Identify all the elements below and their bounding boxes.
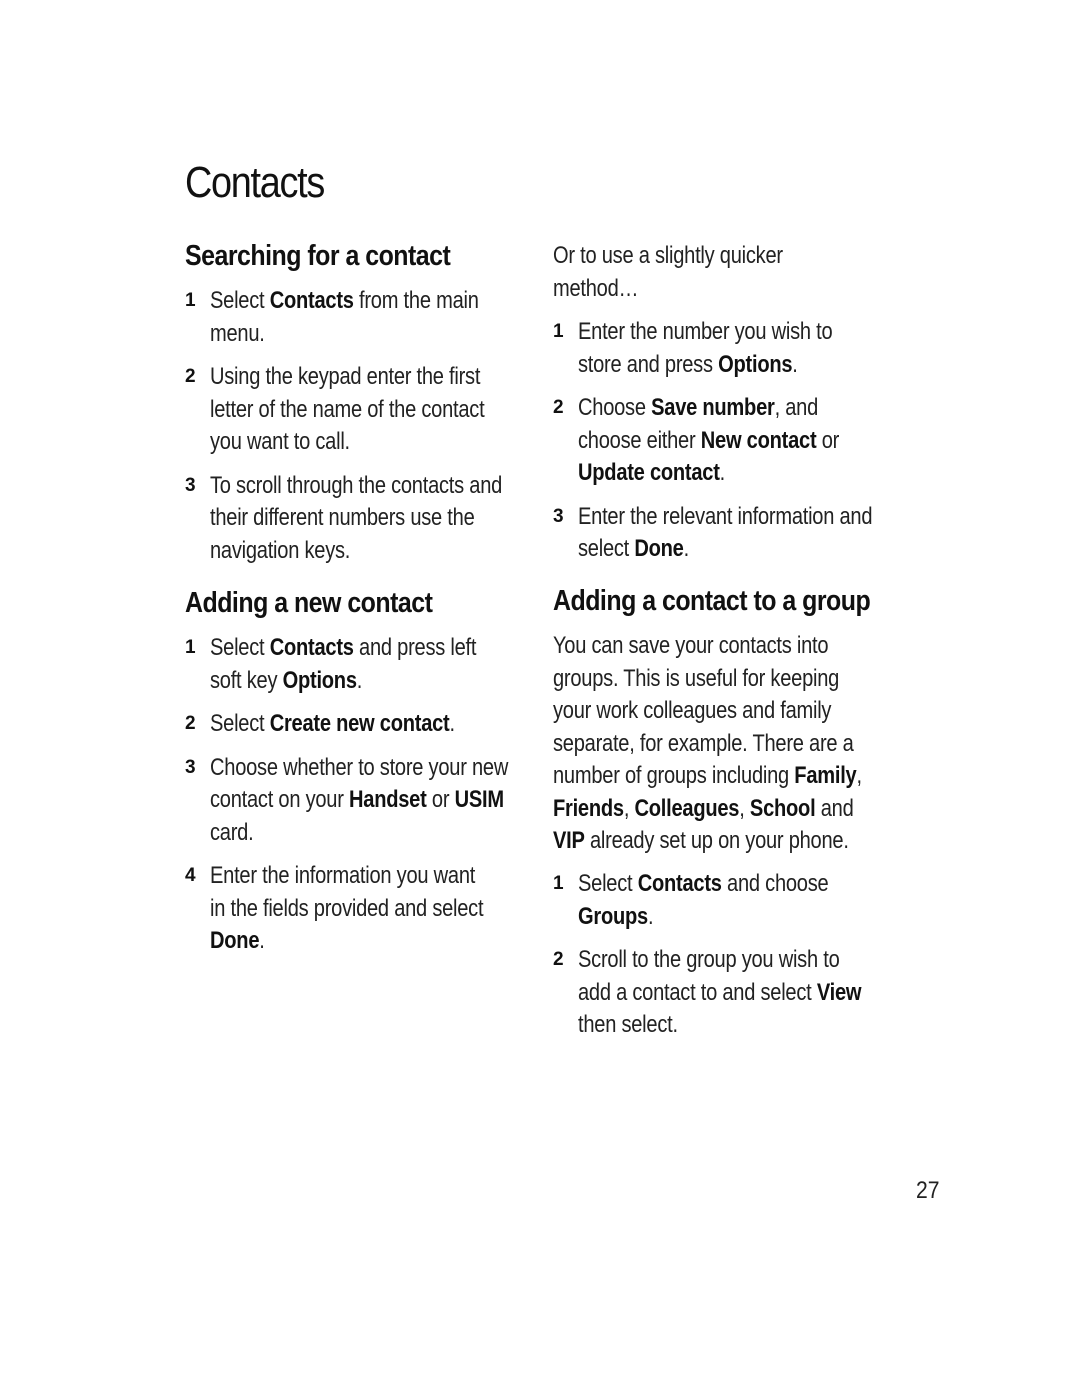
menu-term: Handset bbox=[349, 786, 427, 813]
step-text-line: Select Contacts and choose bbox=[578, 870, 829, 897]
step-number: 1 bbox=[185, 637, 196, 658]
step-text-line: soft key Options. bbox=[210, 666, 363, 694]
paragraph-text-line: separate, for example. There are a bbox=[553, 729, 854, 757]
step-item: 1 Select Contacts and choose Groups. bbox=[553, 868, 898, 933]
step-text-line: Enter the information you want bbox=[210, 862, 476, 889]
step-number: 2 bbox=[185, 366, 196, 387]
step-text-line: select Done. bbox=[578, 535, 689, 562]
step-text-line: Choose whether to store your new bbox=[210, 753, 509, 781]
step-number: 1 bbox=[553, 321, 564, 342]
menu-term: Options bbox=[282, 666, 357, 694]
paragraph-text-line: your work colleagues and family bbox=[553, 697, 832, 724]
menu-term: New contact bbox=[700, 426, 817, 454]
step-number: 3 bbox=[185, 474, 196, 496]
intro-text-line: method… bbox=[553, 274, 639, 302]
heading-adding-contact-to-group: Adding a contact to a group bbox=[553, 585, 871, 617]
step-text-line: Select Contacts from the main bbox=[210, 287, 479, 314]
menu-term: Contacts bbox=[637, 870, 722, 897]
step-number: 1 bbox=[185, 290, 196, 311]
step-item: 1 Select Contacts and press left soft key … bbox=[185, 632, 530, 697]
step-text-line: Groups. bbox=[578, 902, 654, 930]
step-number: 1 bbox=[553, 873, 564, 894]
step-number: 3 bbox=[185, 756, 196, 778]
step-item: 3 Enter the relevant information and selec… bbox=[553, 501, 898, 566]
step-number: 2 bbox=[553, 949, 564, 970]
group-description: You can save your contacts into groups. T… bbox=[553, 630, 898, 858]
step-text-line: Using the keypad enter the first bbox=[210, 363, 481, 390]
step-item: 2 Select Create new contact. bbox=[185, 708, 530, 741]
paragraph-text-line: number of groups including Family, bbox=[553, 762, 862, 789]
adding-new-contact-steps: 1 Select Contacts and press left soft key … bbox=[185, 632, 530, 958]
menu-term: School bbox=[749, 794, 816, 822]
step-item: 2 Scroll to the group you wish to add a co… bbox=[553, 944, 898, 1042]
menu-term: Colleagues bbox=[634, 794, 740, 822]
step-text-line: in the fields provided and select bbox=[210, 894, 484, 922]
step-text-line: card. bbox=[210, 818, 254, 846]
step-text-line: Enter the relevant information and bbox=[578, 502, 873, 530]
step-text-line: you want to call. bbox=[210, 428, 350, 455]
step-text-line: Select Contacts and press left bbox=[210, 634, 477, 661]
heading-adding-new-contact: Adding a new contact bbox=[185, 587, 433, 619]
step-text-line: Choose Save number, and bbox=[578, 394, 819, 421]
step-text-line: their different numbers use the bbox=[210, 504, 475, 531]
paragraph-text-line: groups. This is useful for keeping bbox=[553, 664, 840, 692]
group-steps: 1 Select Contacts and choose Groups. 2 Scrol… bbox=[553, 868, 898, 1042]
paragraph-text-line: VIP already set up on your phone. bbox=[553, 827, 849, 854]
menu-term: Done bbox=[210, 927, 260, 954]
menu-term: VIP bbox=[553, 827, 585, 854]
menu-term: Options bbox=[718, 350, 793, 378]
step-text-line: navigation keys. bbox=[210, 536, 351, 564]
step-text-line: Enter the number you wish to bbox=[578, 318, 833, 345]
quicker-method-intro: Or to use a slightly quicker method… bbox=[553, 240, 898, 305]
paragraph-text-line: Friends, Colleagues, School and bbox=[553, 794, 854, 822]
step-text-line: choose either New contact or bbox=[578, 426, 840, 454]
menu-term: Groups bbox=[578, 902, 648, 930]
step-text-line: add a contact to and select View bbox=[578, 978, 862, 1006]
menu-term: Done bbox=[634, 535, 684, 562]
menu-term: Create new contact bbox=[269, 710, 450, 737]
menu-term: Friends bbox=[553, 794, 624, 822]
step-text-line: To scroll through the contacts and bbox=[210, 471, 503, 499]
menu-term: Family bbox=[794, 762, 857, 789]
menu-term: Contacts bbox=[269, 634, 354, 661]
step-item: 4 Enter the information you want in the fi… bbox=[185, 860, 530, 958]
step-text-line: then select. bbox=[578, 1011, 678, 1038]
step-text-line: Select Create new contact. bbox=[210, 710, 455, 737]
step-text-line: contact on your Handset or USIM bbox=[210, 786, 504, 813]
step-item: 1 Select Contacts from the main menu. bbox=[185, 285, 530, 350]
menu-term: USIM bbox=[454, 786, 504, 813]
quicker-method-steps: 1 Enter the number you wish to store and p… bbox=[553, 316, 898, 566]
searching-steps: 1 Select Contacts from the main menu. 2 Usin… bbox=[185, 285, 530, 567]
menu-term: Save number bbox=[651, 394, 775, 421]
menu-term: Update contact bbox=[578, 459, 720, 486]
step-number: 2 bbox=[185, 713, 196, 734]
step-text-line: letter of the name of the contact bbox=[210, 395, 485, 423]
step-item: 2 Choose Save number, and choose either Ne… bbox=[553, 392, 898, 490]
step-text-line: Update contact. bbox=[578, 459, 726, 486]
page-title: Contacts bbox=[185, 158, 325, 207]
step-text-line: menu. bbox=[210, 319, 265, 347]
step-item: 1 Enter the number you wish to store and p… bbox=[553, 316, 898, 381]
step-text-line: Scroll to the group you wish to bbox=[578, 946, 840, 973]
step-number: 4 bbox=[185, 865, 196, 886]
step-number: 2 bbox=[553, 397, 564, 418]
step-text-line: store and press Options. bbox=[578, 350, 798, 378]
intro-text-line: Or to use a slightly quicker bbox=[553, 242, 783, 269]
step-item: 3 To scroll through the contacts and their… bbox=[185, 470, 530, 568]
step-number: 3 bbox=[553, 505, 564, 527]
heading-searching-for-contact: Searching for a contact bbox=[185, 240, 451, 272]
page-number: 27 bbox=[916, 1177, 940, 1204]
menu-term: Contacts bbox=[269, 287, 354, 314]
step-item: 3 Choose whether to store your new contact… bbox=[185, 752, 530, 850]
step-item: 2 Using the keypad enter the first letter … bbox=[185, 361, 530, 459]
step-text-line: Done. bbox=[210, 927, 265, 954]
paragraph-text-line: You can save your contacts into bbox=[553, 632, 829, 659]
menu-term: View bbox=[816, 978, 862, 1006]
